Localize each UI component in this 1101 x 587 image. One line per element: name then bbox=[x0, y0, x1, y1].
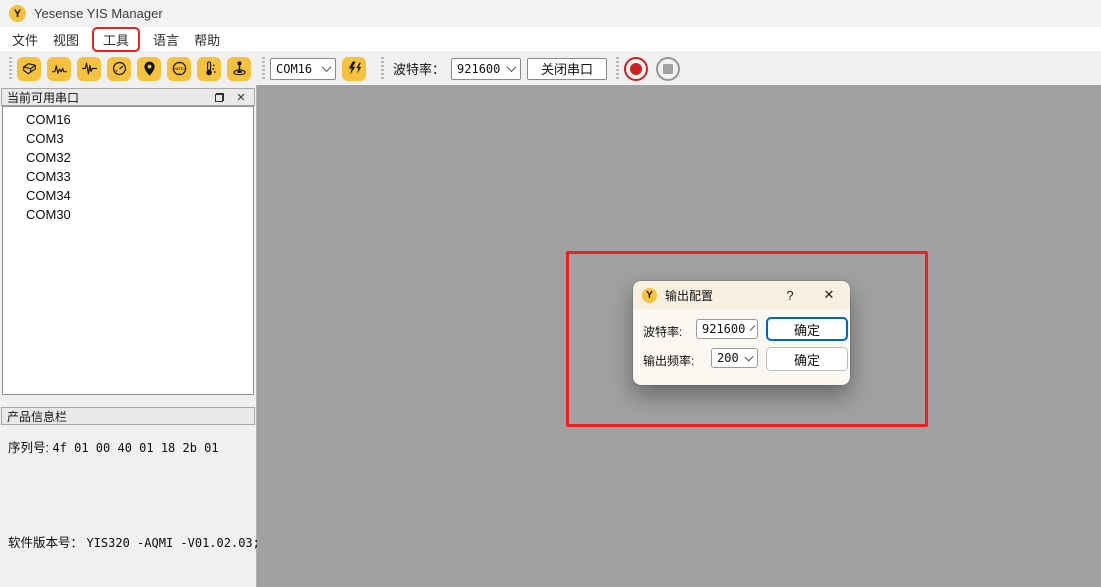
thermometer-icon bbox=[201, 60, 218, 77]
chevron-down-icon bbox=[750, 325, 756, 331]
output-config-dialog: Y 输出配置 ? ✕ 波特率: 921600 确定 输出频率: 200 确定 bbox=[633, 281, 850, 385]
dialog-title-bar: Y 输出配置 bbox=[633, 281, 850, 309]
pulse-wave-button[interactable] bbox=[77, 57, 101, 81]
pulse-wave-icon bbox=[81, 60, 98, 77]
title-bar: Y Yesense YIS Manager bbox=[0, 0, 1101, 27]
refresh-icon bbox=[346, 60, 363, 77]
close-serial-button[interactable]: 关闭串口 bbox=[527, 58, 607, 80]
menu-item-tools[interactable]: 工具 bbox=[92, 27, 140, 52]
info-panel-header: 产品信息栏 bbox=[1, 407, 255, 425]
menu-item-file[interactable]: 文件 bbox=[8, 28, 42, 51]
close-icon: ✕ bbox=[236, 91, 245, 104]
dialog-baud-value: 921600 bbox=[702, 322, 745, 336]
dialog-baud-ok-button[interactable]: 确定 bbox=[766, 317, 848, 341]
record-button[interactable] bbox=[624, 57, 648, 81]
stop-button[interactable] bbox=[656, 57, 680, 81]
gauge-icon bbox=[111, 60, 128, 77]
sidebar: 当前可用串口 ✕ COM16 COM3 COM32 COM33 COM34 CO… bbox=[0, 85, 257, 587]
dialog-close-button[interactable]: ✕ bbox=[820, 286, 838, 304]
port-list: COM16 COM3 COM32 COM33 COM34 COM30 bbox=[2, 106, 254, 395]
joystick-button[interactable] bbox=[227, 57, 251, 81]
refresh-ports-button[interactable] bbox=[342, 57, 366, 81]
chevron-down-icon bbox=[507, 62, 517, 72]
stop-icon bbox=[663, 64, 673, 74]
dialog-baud-label: 波特率: bbox=[643, 323, 682, 340]
info-panel-title: 产品信息栏 bbox=[7, 408, 67, 425]
software-version-label: 软件版本号： bbox=[8, 536, 86, 550]
gauge-button[interactable] bbox=[107, 57, 131, 81]
3d-view-button[interactable] bbox=[17, 57, 41, 81]
temperature-button[interactable] bbox=[197, 57, 221, 81]
baud-rate-value: 921600 bbox=[457, 62, 500, 76]
signal-wave-icon bbox=[51, 60, 68, 77]
dialog-help-button[interactable]: ? bbox=[782, 287, 798, 303]
cube-3d-icon bbox=[21, 60, 38, 77]
utc-time-button[interactable]: UTC bbox=[167, 57, 191, 81]
utc-clock-icon: UTC bbox=[171, 60, 188, 77]
app-logo-icon: Y bbox=[9, 5, 26, 22]
toolbar-drag-handle[interactable] bbox=[262, 57, 265, 81]
dialog-rate-ok-button[interactable]: 确定 bbox=[766, 347, 848, 371]
menu-item-view[interactable]: 视图 bbox=[49, 28, 83, 51]
serial-number-label: 序列号: bbox=[8, 441, 52, 455]
float-panel-button[interactable] bbox=[211, 90, 227, 104]
dialog-rate-value: 200 bbox=[717, 351, 739, 365]
serial-number-value: 4f 01 00 40 01 18 2b 01 bbox=[52, 441, 218, 455]
port-list-item[interactable]: COM33 bbox=[3, 167, 253, 186]
com-port-value: COM16 bbox=[276, 62, 312, 76]
software-version-row: 软件版本号： YIS320 -AQMI -V01.02.03; bbox=[8, 532, 260, 551]
port-list-item[interactable]: COM34 bbox=[3, 186, 253, 205]
joystick-icon bbox=[231, 60, 248, 77]
close-panel-button[interactable]: ✕ bbox=[233, 90, 249, 104]
app-logo-icon: Y bbox=[642, 288, 657, 303]
ports-panel-title: 当前可用串口 bbox=[7, 89, 79, 106]
software-version-value: YIS320 -AQMI -V01.02.03; bbox=[86, 536, 259, 550]
baud-rate-label: 波特率： bbox=[393, 59, 445, 78]
window-title: Yesense YIS Manager bbox=[34, 6, 163, 21]
app-window: Y Yesense YIS Manager 文件 视图 工具 语言 帮助 UTC bbox=[0, 0, 1101, 587]
port-list-item[interactable]: COM16 bbox=[3, 110, 253, 129]
location-pin-icon bbox=[141, 60, 158, 77]
dialog-title: 输出配置 bbox=[665, 287, 713, 304]
signal-wave-button[interactable] bbox=[47, 57, 71, 81]
serial-number-row: 序列号: 4f 01 00 40 01 18 2b 01 bbox=[8, 437, 219, 456]
toolbar-drag-handle[interactable] bbox=[616, 57, 619, 81]
toolbar-drag-handle[interactable] bbox=[9, 57, 12, 81]
dialog-rate-label: 输出频率: bbox=[643, 352, 694, 369]
svg-text:UTC: UTC bbox=[175, 66, 183, 71]
location-button[interactable] bbox=[137, 57, 161, 81]
dialog-baud-select[interactable]: 921600 bbox=[696, 319, 758, 339]
ports-panel-header: 当前可用串口 ✕ bbox=[1, 88, 255, 106]
menu-bar: 文件 视图 工具 语言 帮助 bbox=[0, 27, 1101, 52]
port-list-item[interactable]: COM32 bbox=[3, 148, 253, 167]
dialog-rate-select[interactable]: 200 bbox=[711, 348, 758, 368]
chevron-down-icon bbox=[744, 352, 753, 361]
baud-rate-select[interactable]: 921600 bbox=[451, 58, 521, 80]
port-list-item[interactable]: COM3 bbox=[3, 129, 253, 148]
toolbar-drag-handle[interactable] bbox=[381, 57, 384, 81]
float-window-icon bbox=[215, 93, 224, 102]
menu-item-help[interactable]: 帮助 bbox=[190, 28, 224, 51]
record-icon bbox=[630, 63, 642, 75]
com-port-select[interactable]: COM16 bbox=[270, 58, 336, 80]
menu-item-language[interactable]: 语言 bbox=[149, 28, 183, 51]
toolbar: UTC COM16 波特率： 921600 关闭串口 bbox=[0, 52, 1101, 85]
port-list-item[interactable]: COM30 bbox=[3, 205, 253, 224]
chevron-down-icon bbox=[322, 62, 332, 72]
